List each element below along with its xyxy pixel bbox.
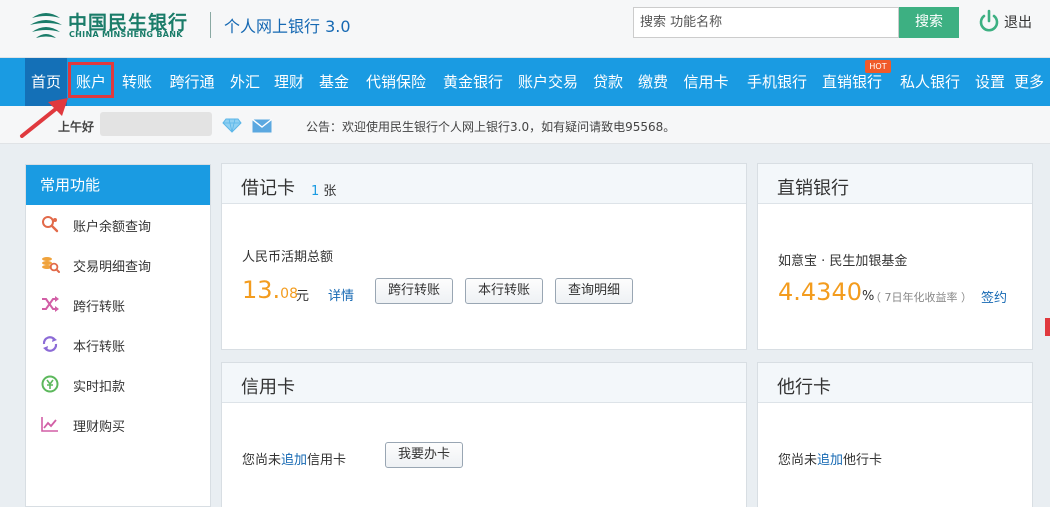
balance-amount: 13.08 [242,276,298,304]
nav-account-trading[interactable]: 账户交易 [511,58,585,106]
main-nav: 首页 账户 转账 跨行通 外汇 理财 基金 代销保险 黄金银行 账户交易 贷款 … [0,58,1050,106]
user-name-masked [100,112,212,136]
rmb-balance-label: 人民币活期总额 [242,250,334,265]
header-divider [210,12,211,38]
other-bank-card-hint: 您尚未追加他行卡 [778,449,882,468]
mail-icon[interactable] [252,119,272,133]
logo-english-name: CHINA MINSHENG BANK [69,30,183,39]
logout-label: 退出 [1004,15,1032,31]
edge-marker [1045,318,1050,336]
debit-card-header: 借记卡 1 张 [222,164,746,204]
quick-item-internal-transfer[interactable]: 本行转账 [26,325,210,365]
nav-gold[interactable]: 黄金银行 [436,58,510,106]
quick-item-transactions[interactable]: 交易明细查询 [26,245,210,285]
coins-search-icon [42,257,60,273]
yield-rate-note: （ 7日年化收益率 ） [870,291,972,304]
quick-item-balance[interactable]: 账户余额查询 [26,205,210,245]
site-title: 个人网上银行 3.0 [224,17,351,36]
balance-search-icon [42,216,59,233]
quick-item-label: 理财购买 [73,420,126,435]
search-button[interactable]: 搜索 [899,7,959,38]
account-highlight-box [68,62,114,98]
credit-card-hint: 您尚未追加信用卡 [242,449,346,468]
quick-item-label: 交易明细查询 [73,260,152,275]
debit-card-count: 1 张 [311,180,336,199]
card-count-unit: 张 [323,184,337,199]
direct-bank-title: 直销银行 [777,178,849,199]
bank-logo[interactable]: 中国民生银行 CHINA MINSHENG BANK [26,8,201,40]
detail-link[interactable]: 详情 [328,285,354,304]
cross-bank-transfer-button[interactable]: 跨行转账 [375,278,453,304]
nav-cross-bank[interactable]: 跨行通 [163,58,221,106]
annotation-arrow-icon [20,98,68,138]
add-credit-card-link[interactable]: 追加 [281,453,307,468]
header: 中国民生银行 CHINA MINSHENG BANK 个人网上银行 3.0 搜索… [0,0,1050,58]
nav-fund[interactable]: 基金 [313,58,355,106]
quick-item-label: 实时扣款 [73,380,126,395]
card-count-number: 1 [311,184,320,199]
cycle-icon [42,336,58,352]
add-other-bank-card-link[interactable]: 追加 [817,453,843,468]
credit-card-panel: 信用卡 您尚未追加信用卡 我要办卡 [221,362,747,507]
greeting-bar: 上午好 公告：欢迎使用民生银行个人网上银行3.0，如有疑问请致电95568。 [0,106,1050,144]
quick-item-instant-debit[interactable]: 实时扣款 [26,365,210,405]
nav-wealth[interactable]: 理财 [268,58,310,106]
balance-integer: 13. [242,276,281,304]
hint-suffix: 信用卡 [307,453,347,468]
chart-icon [41,417,58,432]
apply-card-button[interactable]: 我要办卡 [385,442,463,468]
nav-credit-card[interactable]: 信用卡 [677,58,735,106]
hint-prefix: 您尚未 [242,453,282,468]
yield-rate-value: 4.4340 [778,278,862,306]
diamond-icon[interactable] [222,118,242,133]
nav-settings[interactable]: 设置 [969,58,1011,106]
hot-badge: HOT [865,60,891,73]
money-icon [41,375,59,393]
nav-transfer[interactable]: 转账 [116,58,158,106]
shuffle-icon [42,296,59,312]
fund-product-name: 如意宝 · 民生加银基金 [778,254,908,269]
other-bank-card-panel: 他行卡 您尚未追加他行卡 [757,362,1033,507]
internal-transfer-button[interactable]: 本行转账 [465,278,543,304]
quick-item-label: 本行转账 [73,340,126,355]
credit-card-title: 信用卡 [241,377,295,398]
yield-rate: 4.4340% [778,278,874,306]
nav-mobile-bank[interactable]: 手机银行 [740,58,814,106]
direct-bank-panel: 直销银行 如意宝 · 民生加银基金 4.4340% （ 7日年化收益率 ） 签约 [757,163,1033,350]
nav-insurance[interactable]: 代销保险 [359,58,433,106]
nav-more[interactable]: 更多 [1014,58,1050,106]
quick-item-label: 跨行转账 [73,300,126,315]
hint-prefix: 您尚未 [778,453,818,468]
minsheng-logo-icon [30,13,62,38]
power-icon [979,9,999,32]
nav-payment[interactable]: 缴费 [632,58,674,106]
credit-card-header: 信用卡 [222,363,746,403]
search-input[interactable] [633,7,899,38]
quick-item-wealth-purchase[interactable]: 理财购买 [26,405,210,445]
hint-suffix: 他行卡 [843,453,883,468]
nav-private-bank[interactable]: 私人银行 [893,58,967,106]
sign-up-link[interactable]: 签约 [981,287,1007,306]
quick-item-label: 账户余额查询 [73,220,152,235]
quick-functions-title: 常用功能 [26,165,210,205]
query-details-button[interactable]: 查询明细 [555,278,633,304]
nav-forex[interactable]: 外汇 [224,58,266,106]
debit-card-panel: 借记卡 1 张 人民币活期总额 13.08 元 详情 跨行转账 本行转账 查询明… [221,163,747,350]
debit-card-title: 借记卡 [241,178,295,199]
other-bank-card-header: 他行卡 [758,363,1032,403]
announcement-text: 公告：欢迎使用民生银行个人网上银行3.0，如有疑问请致电95568。 [306,120,676,134]
other-bank-card-title: 他行卡 [777,377,831,398]
quick-functions-panel: 常用功能 账户余额查询 交易明细查询 跨行转账 本行转账 实时扣款 理财购买 [25,164,211,507]
balance-unit: 元 [296,289,310,304]
direct-bank-header: 直销银行 [758,164,1032,204]
nav-loan[interactable]: 贷款 [587,58,629,106]
quick-item-cross-transfer[interactable]: 跨行转账 [26,285,210,325]
